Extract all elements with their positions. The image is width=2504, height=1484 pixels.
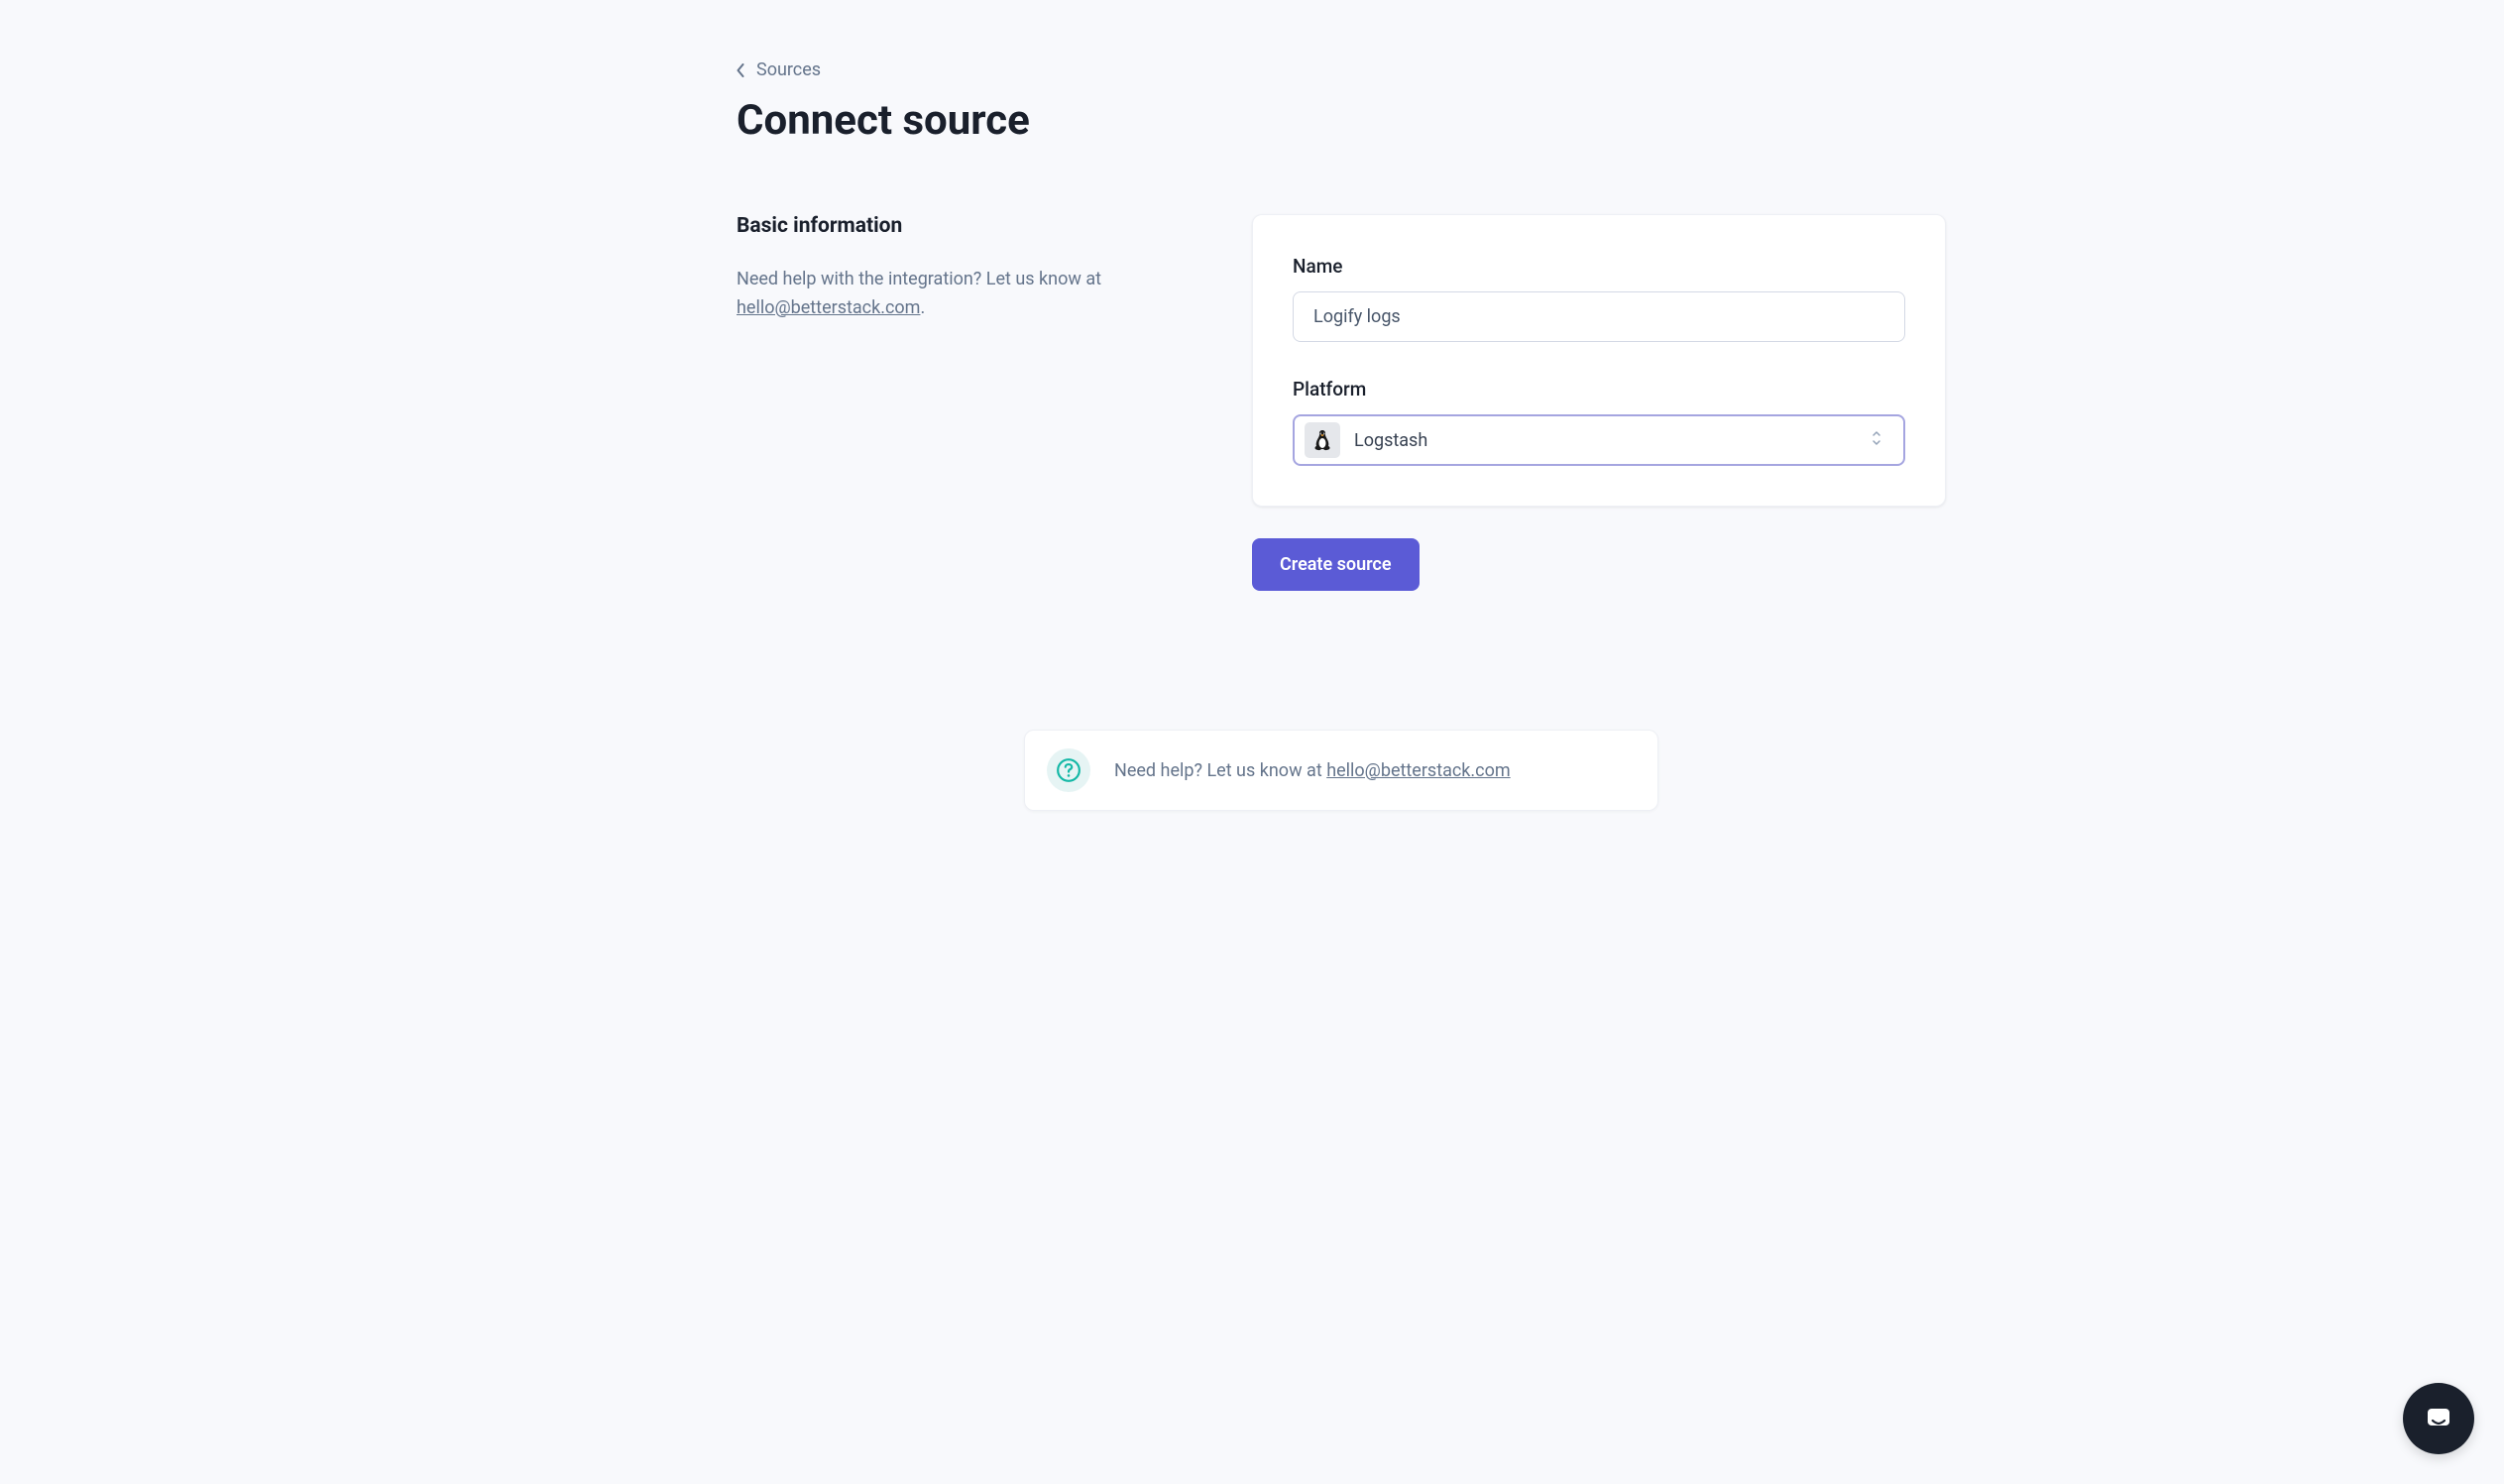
question-circle-icon bbox=[1047, 748, 1090, 792]
chevron-left-icon bbox=[737, 65, 746, 75]
page-title: Connect source bbox=[737, 96, 1946, 145]
breadcrumb-back[interactable]: Sources bbox=[737, 59, 821, 80]
chevron-up-down-icon bbox=[1870, 428, 1887, 452]
create-source-button[interactable]: Create source bbox=[1252, 538, 1420, 591]
name-input[interactable] bbox=[1293, 291, 1905, 342]
chat-icon bbox=[2421, 1401, 2456, 1436]
name-label: Name bbox=[1293, 255, 1905, 278]
platform-select[interactable]: Logstash bbox=[1293, 414, 1905, 466]
breadcrumb-parent-label: Sources bbox=[756, 59, 821, 80]
sidebar-help-email-link[interactable]: hello@betterstack.com bbox=[737, 297, 920, 318]
help-banner: Need help? Let us know at hello@betterst… bbox=[1024, 730, 1658, 811]
platform-value: Logstash bbox=[1354, 430, 1870, 451]
form-card: Name Platform bbox=[1252, 214, 1946, 507]
linux-icon bbox=[1305, 422, 1340, 458]
sidebar-info: Basic information Need help with the int… bbox=[737, 214, 1193, 323]
platform-label: Platform bbox=[1293, 378, 1905, 400]
help-banner-text: Need help? Let us know at hello@betterst… bbox=[1114, 760, 1511, 781]
section-title: Basic information bbox=[737, 214, 1193, 238]
sidebar-help-text: Need help with the integration? Let us k… bbox=[737, 266, 1193, 323]
chat-widget-button[interactable] bbox=[2403, 1383, 2474, 1454]
help-banner-email-link[interactable]: hello@betterstack.com bbox=[1326, 760, 1510, 781]
